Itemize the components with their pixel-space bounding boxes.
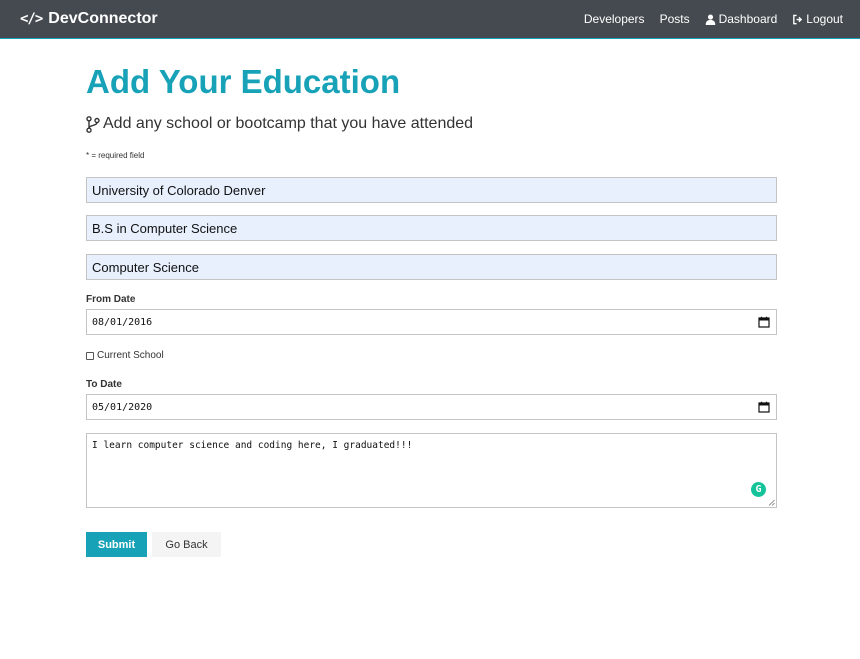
field-of-study-input[interactable]: Computer Science (86, 254, 777, 280)
current-school-row: Current School (86, 350, 164, 361)
current-school-checkbox[interactable] (86, 351, 94, 360)
calendar-icon[interactable] (758, 316, 770, 328)
navbar: </> DevConnector Developers Posts Dashbo… (0, 0, 860, 39)
submit-button[interactable]: Submit (86, 532, 147, 557)
lead-text: Add any school or bootcamp that you have… (103, 115, 474, 132)
school-value: University of Colorado Denver (92, 182, 266, 198)
nav-posts-label: Posts (659, 12, 690, 26)
from-date-label: From Date (86, 294, 136, 305)
school-input[interactable]: University of Colorado Denver (86, 177, 777, 203)
to-date-value: 05/01/2020 (92, 401, 153, 413)
nav-developers-label: Developers (583, 12, 645, 26)
user-icon (705, 13, 715, 25)
code-branch-icon (86, 115, 100, 133)
from-date-input[interactable]: 08/01/2016 (86, 309, 777, 335)
brand-link[interactable]: </> DevConnector (20, 10, 158, 28)
code-icon: </> (20, 11, 43, 27)
sign-out-icon (793, 14, 803, 24)
go-back-button[interactable]: Go Back (152, 532, 221, 557)
required-note: * = required field (86, 151, 145, 160)
nav-dashboard-label: Dashboard (718, 12, 778, 26)
current-school-label: Current School (97, 350, 164, 361)
brand-name: DevConnector (48, 10, 158, 27)
degree-value: B.S in Computer Science (92, 220, 238, 236)
description-value: I learn computer science and coding here… (92, 440, 413, 451)
nav-dashboard-link[interactable]: Dashboard (705, 12, 778, 26)
nav-logout-link[interactable]: Logout (792, 12, 843, 26)
degree-input[interactable]: B.S in Computer Science (86, 215, 777, 241)
nav-logout-label: Logout (806, 12, 843, 26)
nav-developers-link[interactable]: Developers (584, 12, 645, 26)
page-lead: Add any school or bootcamp that you have… (86, 115, 473, 133)
nav-links: Developers Posts Dashboard Logout (584, 12, 843, 26)
from-date-value: 08/01/2016 (92, 316, 153, 328)
to-date-input[interactable]: 05/01/2020 (86, 394, 777, 420)
resize-grip-icon[interactable] (768, 499, 775, 506)
page-title: Add Your Education (86, 63, 401, 100)
to-date-label: To Date (86, 379, 122, 390)
description-textarea[interactable]: I learn computer science and coding here… (86, 433, 777, 508)
field-of-study-value: Computer Science (92, 259, 199, 275)
calendar-icon[interactable] (758, 401, 770, 413)
grammarly-icon[interactable]: G (751, 482, 766, 497)
nav-posts-link[interactable]: Posts (660, 12, 690, 26)
